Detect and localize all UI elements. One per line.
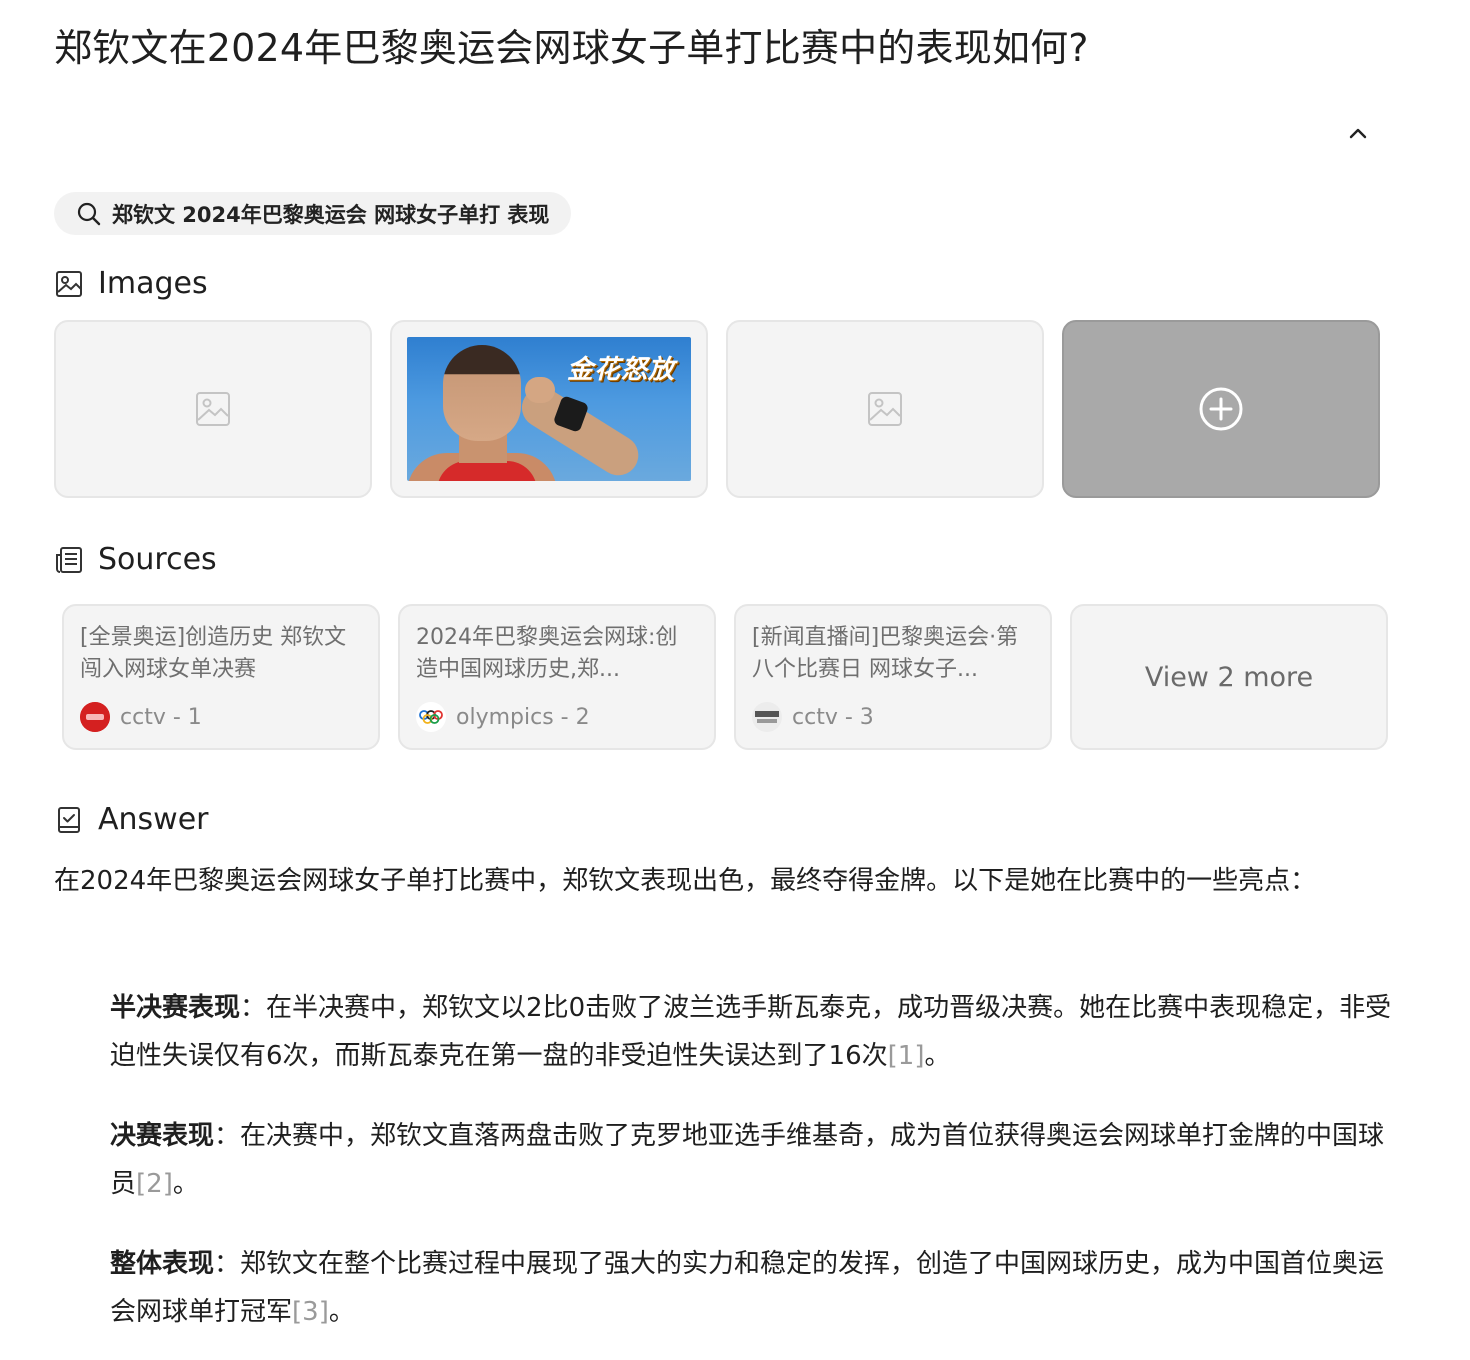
point-end: 。 xyxy=(328,1297,355,1327)
photo-overlay-text: 金花怒放 xyxy=(566,355,675,385)
point-title: 半决赛表现 xyxy=(110,993,241,1023)
point-text: 在半决赛中，郑钦文以2比0击败了波兰选手斯瓦泰克，成功晋级决赛。她在比赛中表现稳… xyxy=(110,993,1392,1071)
point-title: 整体表现 xyxy=(110,1249,215,1279)
point-separator: ： xyxy=(214,1121,241,1151)
search-query-text: 郑钦文 2024年巴黎奥运会 网球女子单打 表现 xyxy=(112,202,550,227)
image-placeholder-icon xyxy=(196,392,230,426)
image-icon xyxy=(54,269,84,299)
answer-book-icon xyxy=(54,805,84,835)
image-placeholder-icon xyxy=(868,392,902,426)
answer-intro: 在2024年巴黎奥运会网球女子单打比赛中，郑钦文表现出色，最终夺得金牌。以下是她… xyxy=(54,866,1317,896)
point-end: 。 xyxy=(172,1169,199,1199)
athlete-photo: 金花怒放 xyxy=(407,337,691,481)
images-row: 金花怒放 xyxy=(54,320,1380,498)
source-meta: olympics - 2 xyxy=(416,702,590,732)
image-card-2[interactable]: 金花怒放 xyxy=(390,320,708,498)
source-title: [全景奥运]创造历史 郑钦文闯入网球女单决赛 xyxy=(80,625,347,682)
answer-point-3: 整体表现：郑钦文在整个比赛过程中展现了强大的实力和稳定的发挥，创造了中国网球历史… xyxy=(110,1240,1406,1336)
cctv-favicon-icon xyxy=(752,702,782,732)
point-separator: ： xyxy=(240,993,267,1023)
images-section-header: Images xyxy=(54,266,208,301)
source-card-2[interactable]: 2024年巴黎奥运会网球:创造中国网球历史,郑... olympics - 2 xyxy=(398,604,716,750)
chevron-up-icon xyxy=(1349,128,1367,139)
collapse-button[interactable] xyxy=(1342,118,1374,150)
source-meta: cctv - 1 xyxy=(80,702,202,732)
search-query-chip[interactable]: 郑钦文 2024年巴黎奥运会 网球女子单打 表现 xyxy=(54,192,572,235)
source-title: [新闻直播间]巴黎奥运会·第八个比赛日 网球女子... xyxy=(752,625,1019,682)
point-title: 决赛表现 xyxy=(110,1121,215,1151)
sources-section-header: Sources xyxy=(54,542,217,577)
view-more-images-button[interactable] xyxy=(1062,320,1380,498)
sources-heading: Sources xyxy=(98,542,217,577)
source-meta: cctv - 3 xyxy=(752,702,874,732)
view-more-label: View 2 more xyxy=(1144,661,1314,693)
view-more-sources-button[interactable]: View 2 more xyxy=(1070,604,1388,750)
source-name: cctv - 3 xyxy=(792,704,874,730)
images-heading: Images xyxy=(98,266,208,301)
answer-point-1: 半决赛表现：在半决赛中，郑钦文以2比0击败了波兰选手斯瓦泰克，成功晋级决赛。她在… xyxy=(110,984,1406,1080)
source-title: 2024年巴黎奥运会网球:创造中国网球历史,郑... xyxy=(416,625,678,682)
source-card-1[interactable]: [全景奥运]创造历史 郑钦文闯入网球女单决赛 cctv - 1 xyxy=(62,604,380,750)
answer-heading: Answer xyxy=(98,802,209,837)
plus-circle-icon xyxy=(1199,387,1243,431)
search-icon xyxy=(77,202,101,225)
citation-link[interactable]: [1] xyxy=(888,1041,925,1071)
image-card-1[interactable] xyxy=(54,320,372,498)
point-end: 。 xyxy=(924,1041,951,1071)
olympics-favicon-icon xyxy=(416,702,446,732)
question-title: 郑钦文在2024年巴黎奥运会网球女子单打比赛中的表现如何? xyxy=(54,26,1089,70)
point-text: 在决赛中，郑钦文直落两盘击败了克罗地亚选手维基奇，成为首位获得奥运会网球单打金牌… xyxy=(110,1121,1385,1199)
answer-point-2: 决赛表现：在决赛中，郑钦文直落两盘击败了克罗地亚选手维基奇，成为首位获得奥运会网… xyxy=(110,1112,1406,1208)
image-card-3[interactable] xyxy=(726,320,1044,498)
sources-row: [全景奥运]创造历史 郑钦文闯入网球女单决赛 cctv - 1 2024年巴黎奥… xyxy=(62,604,1388,750)
newspaper-icon xyxy=(54,545,84,575)
cctv-favicon-icon xyxy=(80,702,110,732)
source-name: cctv - 1 xyxy=(120,704,202,730)
source-card-3[interactable]: [新闻直播间]巴黎奥运会·第八个比赛日 网球女子... cctv - 3 xyxy=(734,604,1052,750)
answer-section-header: Answer xyxy=(54,802,209,837)
point-separator: ： xyxy=(214,1249,241,1279)
source-name: olympics - 2 xyxy=(456,704,590,730)
citation-link[interactable]: [3] xyxy=(292,1297,329,1327)
citation-link[interactable]: [2] xyxy=(136,1169,173,1199)
